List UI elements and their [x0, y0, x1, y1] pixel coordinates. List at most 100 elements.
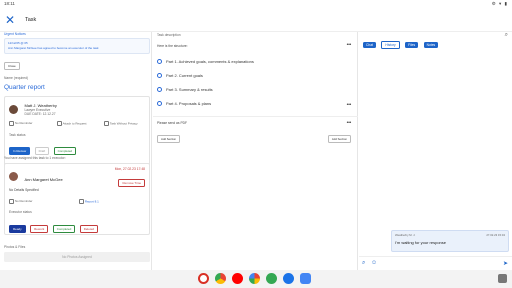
divider [153, 116, 358, 117]
status-ready-button[interactable]: Ready [9, 225, 26, 233]
files-icon[interactable] [300, 273, 311, 284]
tab-chat[interactable]: Chat [363, 42, 376, 48]
tab-files[interactable]: Files [405, 42, 419, 48]
photos-empty-box[interactable]: No Photos Assigned [4, 252, 150, 262]
radio-icon [157, 59, 162, 65]
message-sender: Weatherby M. J. [395, 233, 416, 237]
executor-reminder[interactable]: No Reminder [9, 199, 33, 204]
search-icon[interactable]: ⌕ [505, 32, 508, 39]
list-item[interactable]: Part 1. Achieved goals, comments & expla… [157, 59, 254, 65]
task-name[interactable]: Quarter report [4, 84, 45, 91]
add-section-left-button[interactable]: Add Section [157, 135, 181, 143]
play-store-icon[interactable] [266, 273, 277, 284]
gmail-icon[interactable] [198, 273, 209, 284]
chat-tabs: Chat History Files Notes [363, 33, 439, 51]
owner-due: DUE DATE: 12.12.27 [24, 112, 56, 117]
app-bar: ✕ Task [0, 10, 512, 32]
emoji-icon[interactable]: ☺ [371, 260, 377, 266]
tab-history[interactable]: History [381, 41, 400, 49]
part-label: Part 3. Summary & results [166, 87, 213, 92]
status-bar: 18:11 ⚙ ▾ ▮ [0, 0, 512, 8]
list-item[interactable]: Part 2. Current goals [157, 73, 203, 79]
list-item[interactable]: Part 3. Summary & results [157, 87, 213, 93]
photos-empty-text: No Photos Assigned [62, 255, 92, 259]
task-details-column: Urgent Notices 12/12/25 @ 05 Ann Margare… [0, 32, 152, 270]
task-status-label: Task status [9, 133, 26, 137]
attach-option[interactable]: Attach to Request [57, 121, 87, 126]
part-label: Part 4. Proposals & plans [166, 101, 212, 106]
settings-icon[interactable] [498, 274, 507, 283]
description-column: Task description Here is the structure: … [153, 32, 358, 270]
executor-status-label: Executor status [9, 210, 32, 214]
youtube-icon[interactable] [232, 273, 243, 284]
status-in-review-button[interactable]: In Review [9, 147, 31, 155]
taskbar [0, 270, 512, 288]
urgent-close-button[interactable]: Close [4, 62, 20, 70]
executor-status-buttons: Ready Rework Completed Deleted [9, 217, 99, 235]
attach-icon[interactable]: ⌕ [362, 260, 365, 267]
executor-name: Ann Margaret McGee [24, 177, 63, 182]
status-deleted-button[interactable]: Deleted [79, 225, 99, 233]
remove-time-button[interactable]: Remove Time [118, 179, 145, 187]
status-rework-button[interactable]: Rework [30, 225, 49, 233]
document-icon [79, 199, 84, 204]
status-completed-button[interactable]: Completed [53, 147, 77, 155]
description-label: Task description [157, 33, 181, 37]
more-options-icon[interactable]: ••• [347, 42, 352, 48]
executor-reminder-label: No Reminder [14, 199, 33, 204]
messages-icon[interactable] [283, 273, 294, 284]
description-footer: Please send as PDF [157, 121, 188, 125]
executor-report[interactable]: Report 8.1 [79, 199, 99, 204]
description-intro: Here is the structure: [157, 44, 188, 48]
reminder-label: No Reminder [14, 121, 33, 126]
privacy-label: Task Without Privacy [109, 121, 138, 126]
message-timestamp: 27.02.23 15:43 [486, 233, 505, 237]
lock-icon [104, 121, 109, 126]
executor-time: Mon, 27.02.23 17:48 [114, 167, 145, 171]
chat-column: Chat History Files Notes ⌕ Weatherby M. … [359, 32, 512, 270]
owner-row: Matt J. Weatherby Lawyer Executive DUE D… [9, 101, 57, 119]
executor-card: Ann Margaret McGee Mon, 27.02.23 17:48 R… [4, 163, 150, 235]
executor-details: No Details Specified [9, 188, 39, 192]
radio-icon [157, 87, 162, 93]
bell-icon [9, 121, 14, 126]
urgent-label: Urgent Notices [4, 32, 26, 36]
message-text: I'm waiting for your response [395, 240, 447, 245]
task-name-label: Name (required) [4, 76, 29, 80]
send-icon[interactable]: ➤ [503, 260, 508, 267]
report-label: Report 8.1 [84, 199, 99, 204]
radio-icon [157, 73, 162, 79]
chat-composer: ⌕ ☺ ➤ [359, 256, 512, 270]
chrome-icon[interactable] [215, 273, 226, 284]
assign-label: You have assigned this task to 1 executo… [4, 156, 66, 160]
bell-icon [9, 199, 14, 204]
avatar [9, 172, 18, 182]
message-input[interactable] [381, 259, 491, 267]
radio-icon [157, 101, 162, 107]
add-section-right-button[interactable]: Add Section [327, 135, 351, 143]
reminder-option[interactable]: No Reminder [9, 121, 33, 126]
more-options-icon[interactable]: ••• [347, 120, 352, 126]
clock: 18:11 [4, 1, 15, 6]
close-icon[interactable]: ✕ [5, 14, 15, 26]
status-completed-executor-button[interactable]: Completed [52, 225, 76, 233]
status-draft-button[interactable]: Draft [34, 147, 50, 155]
attach-icon [57, 121, 62, 126]
photos-label: Photos & Files [4, 245, 26, 249]
urgent-notices: Urgent Notices 12/12/25 @ 05 Ann Margare… [4, 32, 150, 72]
part-label: Part 1. Achieved goals, comments & expla… [166, 59, 254, 64]
part-label: Part 2. Current goals [166, 73, 203, 78]
attach-label: Attach to Request [62, 121, 87, 126]
chat-message: Weatherby M. J. 27.02.23 15:43 I'm waiti… [391, 230, 509, 252]
task-status-buttons: In Review Draft Completed [9, 139, 77, 157]
avatar [9, 105, 18, 115]
more-options-icon[interactable]: ••• [347, 102, 352, 108]
privacy-option[interactable]: Task Without Privacy [104, 121, 138, 126]
tab-notes[interactable]: Notes [423, 42, 439, 48]
urgent-notice-card: 12/12/25 @ 05 Ann Margaret McGee has agr… [4, 38, 150, 54]
owner-options: No Reminder Attach to Request Task Witho… [9, 121, 147, 126]
list-item[interactable]: Part 4. Proposals & plans [157, 101, 212, 107]
status-icons: ⚙ ▾ ▮ [491, 1, 508, 6]
photos-icon[interactable] [249, 273, 260, 284]
page-title: Task [25, 17, 37, 23]
